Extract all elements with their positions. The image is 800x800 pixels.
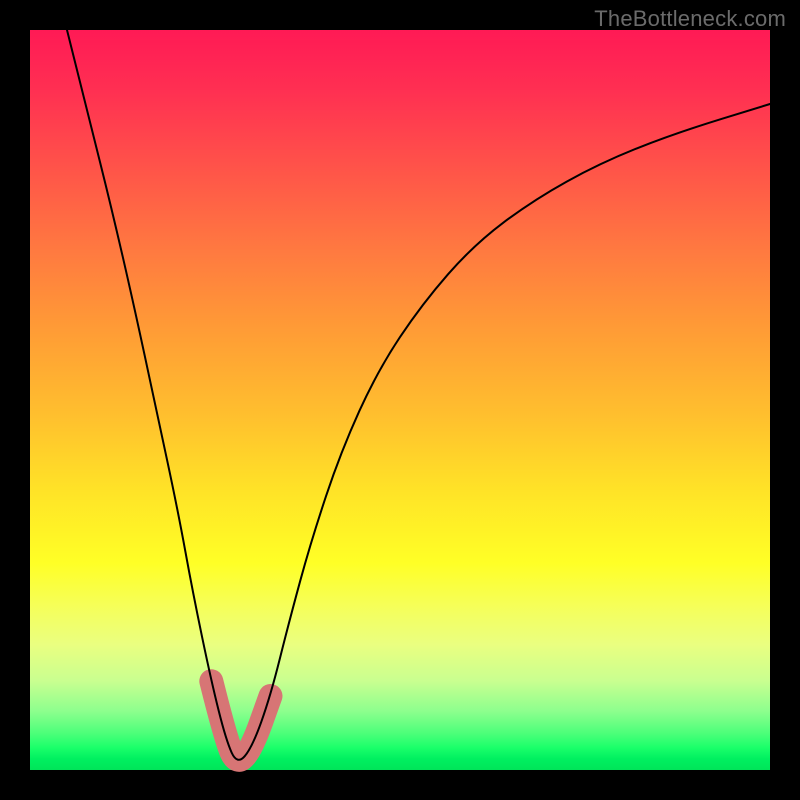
watermark-text: TheBottleneck.com (594, 6, 786, 32)
curve-layer (30, 30, 770, 770)
chart-frame: TheBottleneck.com (0, 0, 800, 800)
plot-area (30, 30, 770, 770)
bottleneck-curve (67, 30, 770, 760)
